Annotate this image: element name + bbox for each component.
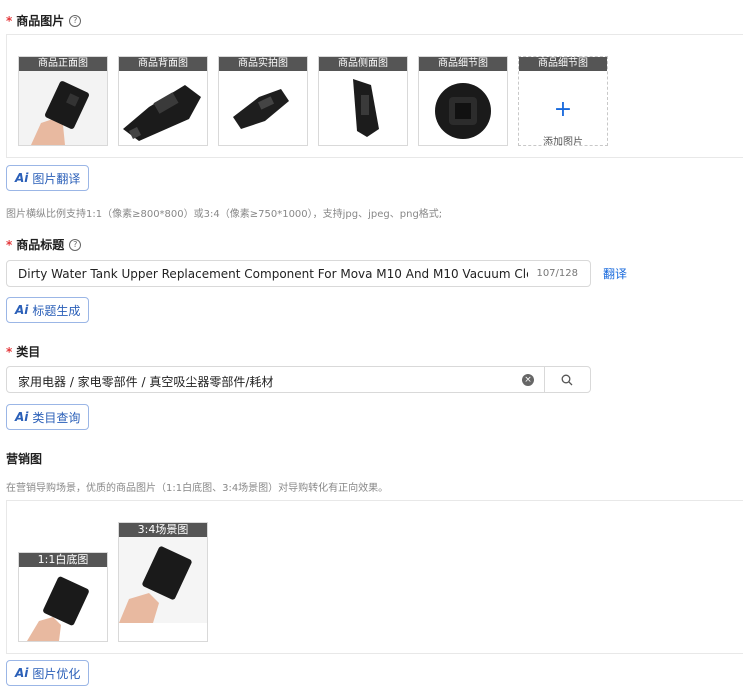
image-caption: 商品背面图 (119, 57, 207, 71)
product-image-real[interactable]: 商品实拍图 (218, 56, 308, 146)
title-value: Dirty Water Tank Upper Replacement Compo… (18, 267, 528, 281)
product-photo (119, 71, 207, 145)
image-optimize-button[interactable]: Ai 图片优化 (6, 660, 90, 686)
category-heading: * 类目 (6, 343, 40, 360)
image-caption: 商品实拍图 (219, 57, 307, 71)
required-mark: * (6, 237, 13, 252)
ai-icon: Ai (15, 171, 29, 185)
product-photo (19, 71, 107, 145)
image-format-hint: 图片横纵比例支持1:1（像素≥800*800）或3:4（像素≥750*1000）… (6, 209, 443, 220)
product-title-heading: * 商品标题 ? (6, 236, 82, 253)
button-label: 图片优化 (32, 666, 81, 681)
image-caption: 商品细节图 (519, 57, 607, 71)
product-image-front[interactable]: 商品正面图 (18, 56, 108, 146)
marketing-hint: 在营销导购场景，优质的商品图片（1:1白底图、3:4场景图）对导购转化有正向效果… (6, 483, 389, 494)
char-counter: 107/128 (536, 268, 578, 279)
help-icon[interactable]: ? (69, 238, 82, 251)
add-slot-body: + 添加图片 (519, 71, 607, 145)
marketing-panel: 1:1白底图 3:4场景图 (6, 500, 743, 654)
ai-icon: Ai (15, 303, 29, 317)
product-photo (319, 71, 407, 145)
product-image-detail[interactable]: 商品细节图 (418, 56, 508, 146)
product-photo (219, 71, 307, 145)
product-image-back[interactable]: 商品背面图 (118, 56, 208, 146)
required-mark: * (6, 344, 13, 359)
product-title-label: 商品标题 (16, 238, 65, 252)
category-query-button[interactable]: Ai 类目查询 (6, 404, 90, 430)
button-label: 标题生成 (32, 303, 81, 318)
image-caption: 1:1白底图 (19, 553, 107, 567)
ai-icon: Ai (15, 410, 29, 424)
product-photo (119, 537, 207, 623)
button-label: 类目查询 (32, 410, 81, 425)
search-icon (561, 374, 573, 386)
title-generate-button[interactable]: Ai 标题生成 (6, 297, 90, 323)
category-select[interactable]: 家用电器 / 家电零部件 / 真空吸尘器零部件/耗材 × (6, 366, 591, 393)
image-caption: 商品正面图 (19, 57, 107, 71)
add-image-label: 添加图片 (543, 137, 583, 146)
product-images-panel: 商品正面图 商品背面图 商品实拍图 商品侧面图 商品细节图 商品细节图 + 添加… (6, 34, 743, 158)
image-translate-button[interactable]: Ai 图片翻译 (6, 165, 90, 191)
product-images-title: 商品图片 (16, 14, 65, 28)
add-product-image[interactable]: 商品细节图 + 添加图片 (518, 56, 608, 146)
marketing-image-scene[interactable]: 3:4场景图 (118, 522, 208, 642)
product-title-input[interactable]: Dirty Water Tank Upper Replacement Compo… (6, 260, 591, 287)
button-label: 图片翻译 (32, 171, 81, 186)
product-images-heading: * 商品图片 ? (6, 12, 82, 29)
marketing-label: 营销图 (6, 452, 43, 466)
category-search-button[interactable] (545, 367, 591, 392)
marketing-heading: 营销图 (6, 450, 42, 467)
image-caption: 商品侧面图 (319, 57, 407, 71)
required-mark: * (6, 13, 13, 28)
product-photo (419, 71, 507, 145)
ai-icon: Ai (15, 666, 29, 680)
category-label: 类目 (16, 345, 41, 359)
plus-icon: + (553, 97, 573, 122)
translate-link[interactable]: 翻译 (603, 265, 627, 282)
category-value: 家用电器 / 家电零部件 / 真空吸尘器零部件/耗材 (18, 375, 274, 389)
help-icon[interactable]: ? (69, 14, 82, 27)
product-image-side[interactable]: 商品侧面图 (318, 56, 408, 146)
clear-icon[interactable]: × (522, 374, 534, 386)
image-caption: 商品细节图 (419, 57, 507, 71)
product-photo (19, 567, 107, 641)
marketing-image-white-bg[interactable]: 1:1白底图 (18, 552, 108, 642)
image-caption: 3:4场景图 (119, 523, 207, 537)
